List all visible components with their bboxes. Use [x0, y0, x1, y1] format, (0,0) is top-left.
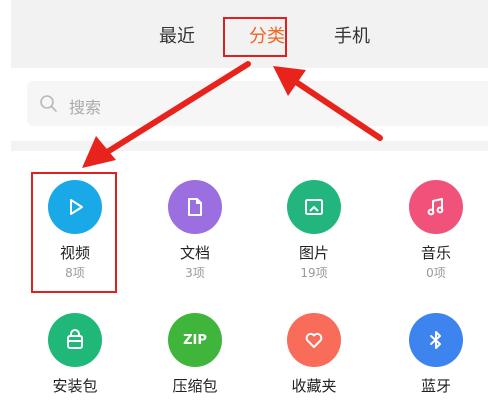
- zip-icon-circle: ZIP: [168, 313, 222, 367]
- category-document[interactable]: 文档 3项: [145, 180, 245, 280]
- category-count: 0项: [426, 266, 446, 280]
- category-music[interactable]: 音乐 0项: [386, 180, 486, 280]
- category-package[interactable]: 安装包: [25, 313, 125, 395]
- category-label: 图片: [298, 244, 329, 262]
- search-row: 搜索: [11, 68, 488, 141]
- search-placeholder: 搜索: [69, 98, 102, 117]
- search-icon: [40, 95, 57, 112]
- category-bluetooth[interactable]: 蓝牙: [386, 313, 486, 395]
- category-label: 蓝牙: [420, 377, 451, 395]
- category-label: 收藏夹: [291, 377, 337, 395]
- image-icon: [305, 199, 323, 215]
- category-zip[interactable]: ZIP 压缩包: [145, 313, 245, 395]
- bluetooth-icon-circle: [409, 313, 463, 367]
- category-favorites[interactable]: 收藏夹: [264, 313, 364, 395]
- zip-icon: ZIP: [183, 332, 207, 348]
- document-icon: [188, 198, 202, 216]
- package-icon: [67, 329, 83, 349]
- annotation-box-category-tab: [223, 17, 287, 57]
- section-divider: [11, 141, 488, 151]
- category-label: 文档: [179, 244, 210, 262]
- document-icon-circle: [168, 180, 222, 234]
- category-label: 压缩包: [172, 377, 218, 395]
- category-count: 3项: [185, 266, 205, 280]
- category-label: 音乐: [420, 244, 451, 262]
- heart-icon-circle: [287, 313, 341, 367]
- bluetooth-icon: [430, 331, 441, 349]
- tab-recent[interactable]: 最近: [159, 22, 195, 48]
- category-image[interactable]: 图片 19项: [264, 180, 364, 280]
- heart-icon: [305, 332, 323, 348]
- category-count: 19项: [300, 266, 328, 280]
- search-input[interactable]: 搜索: [27, 81, 488, 126]
- tab-phone[interactable]: 手机: [334, 22, 370, 48]
- music-icon: [427, 198, 444, 216]
- image-icon-circle: [287, 180, 341, 234]
- category-label: 安装包: [52, 377, 98, 395]
- music-icon-circle: [409, 180, 463, 234]
- package-icon-circle: [48, 313, 102, 367]
- annotation-box-video: [31, 172, 117, 293]
